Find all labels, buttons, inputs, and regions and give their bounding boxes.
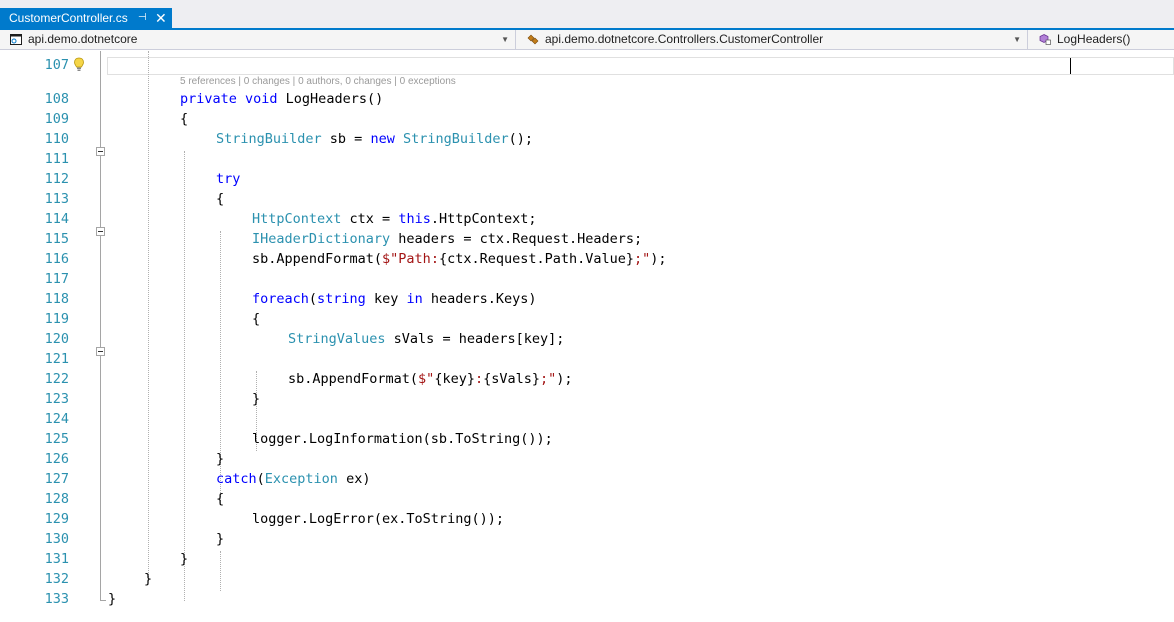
- line-number: 120: [44, 331, 69, 347]
- line-number: 110: [44, 131, 69, 147]
- collapse-toggle-try[interactable]: [96, 227, 105, 236]
- line-number: 115: [44, 231, 69, 247]
- line-number: 132: [44, 571, 69, 587]
- code-line-118: foreach(string key in headers.Keys): [252, 291, 537, 307]
- code-line-127: catch(Exception ex): [216, 471, 371, 487]
- line-number: 119: [44, 311, 69, 327]
- lightbulb-icon[interactable]: [73, 57, 85, 73]
- code-line-115: IHeaderDictionary headers = ctx.Request.…: [252, 231, 643, 247]
- code-line-132: }: [144, 571, 153, 587]
- code-line-128: {: [216, 491, 225, 507]
- line-number: 114: [44, 211, 69, 227]
- outline-guide-end: [100, 600, 106, 601]
- code-editor[interactable]: 107 108 109 110 111 112 113 114 115 116 117 118 119 1…: [0, 51, 1174, 622]
- code-line-114: HttpContext ctx = this.HttpContext;: [252, 211, 537, 227]
- indent-guide: [184, 151, 185, 601]
- project-dropdown-label: api.demo.dotnetcore: [28, 32, 138, 46]
- outline-guide-line: [100, 51, 101, 601]
- indent-guide: [148, 51, 149, 581]
- code-line-130: }: [216, 531, 225, 547]
- line-number: 125: [44, 431, 69, 447]
- navigation-bar: api.demo.dotnetcore ▼ api.demo.dotnetcor…: [0, 30, 1174, 50]
- project-dropdown[interactable]: api.demo.dotnetcore ▼: [0, 30, 516, 50]
- line-number: 111: [44, 151, 69, 167]
- code-line-108: private void LogHeaders(): [180, 91, 384, 107]
- line-number: 127: [44, 471, 69, 487]
- line-number: 121: [44, 351, 69, 367]
- code-line-123: }: [252, 391, 261, 407]
- code-line-133: }: [108, 591, 117, 607]
- line-number: 118: [44, 291, 69, 307]
- code-line-119: {: [252, 311, 261, 327]
- class-icon: [527, 34, 539, 45]
- line-number: 123: [44, 391, 69, 407]
- line-number: 117: [44, 271, 69, 287]
- pin-icon[interactable]: ⊣: [138, 8, 147, 28]
- indent-guide: [220, 551, 221, 591]
- method-icon: [1039, 34, 1051, 45]
- line-number: 113: [44, 191, 69, 207]
- code-line-126: }: [216, 451, 225, 467]
- chevron-down-icon: ▼: [501, 35, 509, 44]
- chevron-down-icon: ▼: [1013, 35, 1021, 44]
- code-line-113: {: [216, 191, 225, 207]
- member-dropdown-label: LogHeaders(): [1057, 32, 1131, 46]
- line-number: 133: [44, 591, 69, 607]
- line-number: 112: [44, 171, 69, 187]
- collapse-toggle-loghead[interactable]: [96, 147, 105, 156]
- code-line-120: StringValues sVals = headers[key];: [288, 331, 565, 347]
- line-number: 108: [44, 91, 69, 107]
- line-number: 131: [44, 551, 69, 567]
- class-dropdown-label: api.demo.dotnetcore.Controllers.Customer…: [545, 32, 824, 46]
- line-number-margin: 107 108 109 110 111 112 113 114 115 116 117 118 119 1…: [24, 51, 70, 622]
- code-line-109: {: [180, 111, 189, 127]
- line-number: 107: [44, 57, 69, 73]
- collapse-toggle-foreach[interactable]: [96, 347, 105, 356]
- tab-customer-controller[interactable]: CustomerController.cs ⊣ ✕: [0, 8, 172, 28]
- code-line-122: sb.AppendFormat($"{key}:{sVals};");: [288, 371, 573, 387]
- line-number: 124: [44, 411, 69, 427]
- code-text-area[interactable]: private void LogHeaders() { StringBuilde…: [108, 51, 1174, 622]
- line-number: 126: [44, 451, 69, 467]
- line-number: 128: [44, 491, 69, 507]
- tab-title: CustomerController.cs: [9, 11, 128, 25]
- project-icon: [10, 34, 22, 45]
- close-icon[interactable]: ✕: [155, 8, 167, 28]
- line-number: 116: [44, 251, 69, 267]
- line-number: 122: [44, 371, 69, 387]
- code-line-112: try: [216, 171, 241, 187]
- member-dropdown[interactable]: LogHeaders(): [1029, 30, 1174, 50]
- indicator-margin: [0, 51, 24, 622]
- code-line-131: }: [180, 551, 189, 567]
- code-line-110: StringBuilder sb = new StringBuilder();: [216, 131, 534, 147]
- code-line-116: sb.AppendFormat($"Path:{ctx.Request.Path…: [252, 251, 667, 267]
- code-line-125: logger.LogInformation(sb.ToString());: [252, 431, 553, 447]
- line-number: 129: [44, 511, 69, 527]
- line-number: 109: [44, 111, 69, 127]
- class-dropdown[interactable]: api.demo.dotnetcore.Controllers.Customer…: [517, 30, 1028, 50]
- document-tab-strip: CustomerController.cs ⊣ ✕: [0, 0, 1174, 30]
- line-number: 130: [44, 531, 69, 547]
- code-line-129: logger.LogError(ex.ToString());: [252, 511, 504, 527]
